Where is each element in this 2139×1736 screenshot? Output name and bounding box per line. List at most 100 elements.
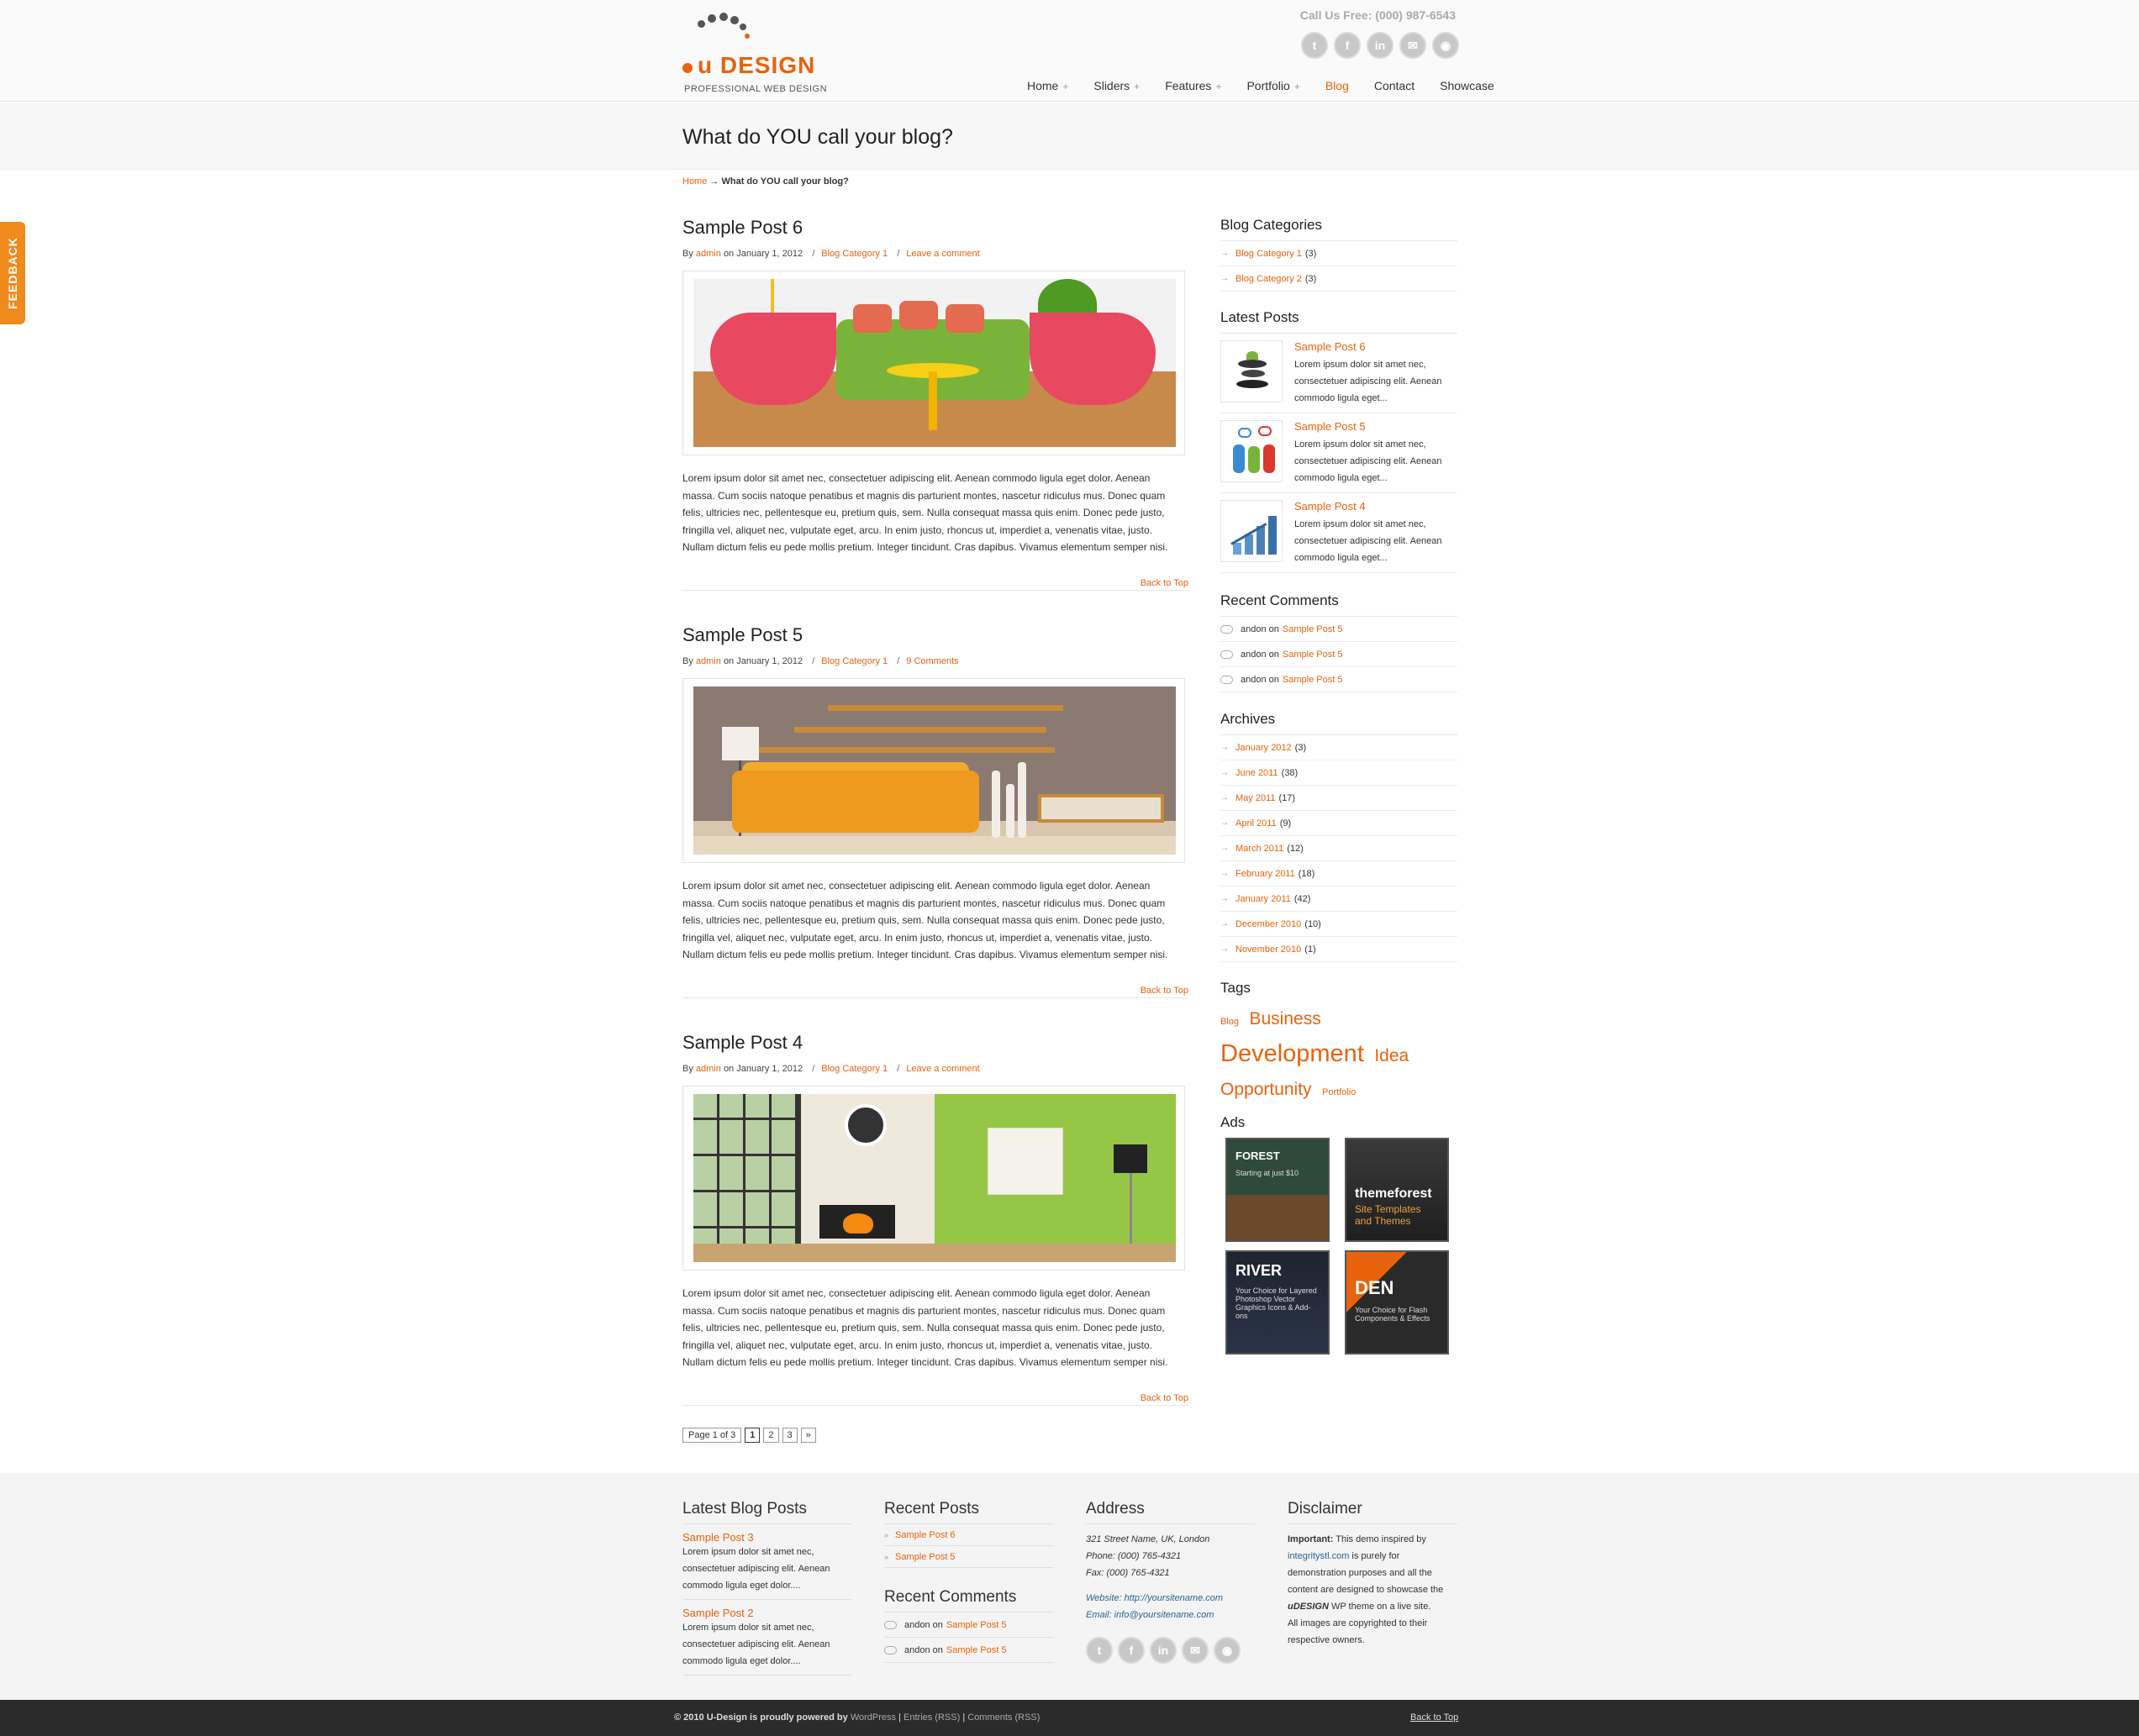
feedback-tab[interactable]: FEEDBACK	[0, 222, 25, 324]
linkedin-icon[interactable]: in	[1150, 1637, 1177, 1664]
email-icon[interactable]: ✉	[1399, 32, 1426, 59]
website-link[interactable]: Website: http://yoursitename.com	[1086, 1590, 1256, 1607]
back-to-top-link[interactable]: Back to Top	[1141, 986, 1188, 996]
tag-link[interactable]: Development	[1220, 1040, 1364, 1067]
post-category-link[interactable]: Blog Category 1	[821, 1064, 888, 1074]
footer-post-link[interactable]: Sample Post 2	[682, 1607, 852, 1619]
latest-post-link[interactable]: Sample Post 6	[1294, 340, 1457, 353]
comment-post-link[interactable]: Sample Post 5	[1283, 650, 1343, 660]
next-page-link[interactable]: »	[800, 1428, 816, 1443]
comment-post-link[interactable]: Sample Post 5	[946, 1645, 1007, 1655]
ad-flashden[interactable]: DEN Your Choice for Flash Components & Ef…	[1345, 1250, 1449, 1355]
tag-link[interactable]: Idea	[1374, 1046, 1409, 1065]
post-image-frame[interactable]	[682, 678, 1185, 863]
tag-link[interactable]: Business	[1249, 1009, 1320, 1028]
post-title[interactable]: Sample Post 5	[682, 624, 1188, 646]
page-title: What do YOU call your blog?	[682, 125, 953, 149]
post-thumbnail[interactable]	[1220, 340, 1283, 402]
post-author-link[interactable]: admin	[696, 1064, 721, 1074]
post-author-link[interactable]: admin	[696, 249, 721, 259]
tag-link[interactable]: Opportunity	[1220, 1080, 1312, 1099]
page-1-link[interactable]: 1	[745, 1428, 761, 1443]
linkedin-icon[interactable]: in	[1367, 32, 1394, 59]
comment-post-link[interactable]: Sample Post 5	[1283, 675, 1343, 685]
page-2-link[interactable]: 2	[763, 1428, 779, 1443]
post-category-link[interactable]: Blog Category 1	[821, 249, 888, 259]
archive-item: → November 2010 (1)	[1220, 937, 1457, 962]
archive-link[interactable]: June 2011	[1235, 768, 1278, 778]
post-title[interactable]: Sample Post 4	[682, 1032, 1188, 1054]
post-category-link[interactable]: Blog Category 1	[821, 656, 888, 666]
post-image-frame[interactable]	[682, 271, 1185, 455]
twitter-icon[interactable]: t	[1301, 32, 1328, 59]
wordpress-link[interactable]: WordPress	[851, 1712, 896, 1723]
archive-link[interactable]: December 2010	[1235, 919, 1301, 929]
breadcrumb-home-link[interactable]: Home	[682, 176, 707, 187]
post-thumbnail[interactable]	[1220, 420, 1283, 482]
post-image-frame[interactable]	[682, 1086, 1185, 1270]
tag-link[interactable]: Portfolio	[1322, 1087, 1356, 1097]
latest-post-item: Sample Post 5 Lorem ipsum dolor sit amet…	[1220, 413, 1457, 493]
archive-link[interactable]: March 2011	[1235, 844, 1283, 854]
nav-blog[interactable]: Blog	[1325, 79, 1361, 92]
footer-disclaimer: Disclaimer Important: This demo inspired…	[1288, 1500, 1457, 1649]
category-link[interactable]: Blog Category 1	[1235, 249, 1302, 259]
post-title[interactable]: Sample Post 6	[682, 217, 1188, 239]
nav-sliders[interactable]: Sliders +	[1093, 79, 1151, 92]
footer-recent-item[interactable]: » Sample Post 6	[884, 1524, 1054, 1546]
site-logo[interactable]: u DESIGN PROFESSIONAL WEB DESIGN	[682, 12, 834, 96]
nav-portfolio[interactable]: Portfolio +	[1246, 79, 1311, 92]
twitter-icon[interactable]: t	[1086, 1637, 1113, 1664]
entries-rss-link[interactable]: Entries (RSS)	[904, 1712, 960, 1723]
archive-link[interactable]: January 2011	[1235, 894, 1291, 904]
post-divider	[682, 997, 1188, 998]
comment-item: andon on Sample Post 5	[1220, 642, 1457, 667]
footer-recent-item[interactable]: » Sample Post 5	[884, 1546, 1054, 1568]
rss-icon[interactable]: ◉	[1214, 1637, 1241, 1664]
footer-back-to-top-link[interactable]: Back to Top	[1410, 1712, 1458, 1723]
comment-icon	[1220, 624, 1233, 634]
pagination: Page 1 of 3 1 2 3 »	[682, 1428, 816, 1443]
comment-post-link[interactable]: Sample Post 5	[946, 1620, 1007, 1630]
post-comments-link[interactable]: 9 Comments	[906, 656, 958, 666]
arrow-icon: →	[1220, 793, 1229, 802]
ad-themeforest[interactable]: FOREST Starting at just $10	[1225, 1138, 1330, 1242]
tag-link[interactable]: Blog	[1220, 1017, 1239, 1027]
plus-icon: +	[1293, 81, 1300, 92]
post-meta: By admin on January 1, 2012 /Blog Catego…	[682, 1064, 980, 1074]
email-link[interactable]: Email: info@yoursitename.com	[1086, 1607, 1256, 1623]
comments-rss-link[interactable]: Comments (RSS)	[967, 1712, 1040, 1723]
archive-link[interactable]: November 2010	[1235, 944, 1301, 955]
back-to-top-link[interactable]: Back to Top	[1141, 1393, 1188, 1403]
breadcrumb-current: What do YOU call your blog?	[721, 176, 849, 187]
email-icon[interactable]: ✉	[1182, 1637, 1209, 1664]
ad-themeforest-templates[interactable]: themeforest Site Templates and Themes	[1345, 1138, 1449, 1242]
archive-item: → February 2011 (18)	[1220, 861, 1457, 886]
category-link[interactable]: Blog Category 2	[1235, 274, 1302, 284]
breadcrumb: Home → What do YOU call your blog?	[682, 176, 849, 187]
facebook-icon[interactable]: f	[1334, 32, 1361, 59]
nav-contact[interactable]: Contact	[1374, 79, 1426, 92]
post-comments-link[interactable]: Leave a comment	[906, 1064, 979, 1074]
integrity-link[interactable]: integritystl.com	[1288, 1551, 1349, 1561]
nav-showcase[interactable]: Showcase	[1440, 79, 1506, 92]
latest-post-link[interactable]: Sample Post 5	[1294, 420, 1457, 433]
post-comments-link[interactable]: Leave a comment	[906, 249, 979, 259]
latest-post-link[interactable]: Sample Post 4	[1294, 500, 1457, 513]
archive-link[interactable]: April 2011	[1235, 818, 1277, 829]
archive-link[interactable]: January 2012	[1235, 743, 1292, 753]
footer-post-link[interactable]: Sample Post 3	[682, 1531, 852, 1544]
nav-home[interactable]: Home +	[1027, 79, 1080, 92]
nav-features[interactable]: Features +	[1165, 79, 1233, 92]
page-3-link[interactable]: 3	[782, 1428, 798, 1443]
facebook-icon[interactable]: f	[1118, 1637, 1145, 1664]
archive-link[interactable]: February 2011	[1235, 869, 1295, 879]
post-thumbnail[interactable]	[1220, 500, 1283, 562]
ad-graphicriver[interactable]: RIVER Your Choice for Layered Photoshop V…	[1225, 1250, 1330, 1355]
rss-icon[interactable]: ◉	[1432, 32, 1459, 59]
back-to-top-link[interactable]: Back to Top	[1141, 578, 1188, 588]
comment-post-link[interactable]: Sample Post 5	[1283, 624, 1343, 634]
blog-post: Sample Post 5 By admin on January 1, 201…	[682, 624, 1188, 998]
post-author-link[interactable]: admin	[696, 656, 721, 666]
archive-link[interactable]: May 2011	[1235, 793, 1276, 803]
